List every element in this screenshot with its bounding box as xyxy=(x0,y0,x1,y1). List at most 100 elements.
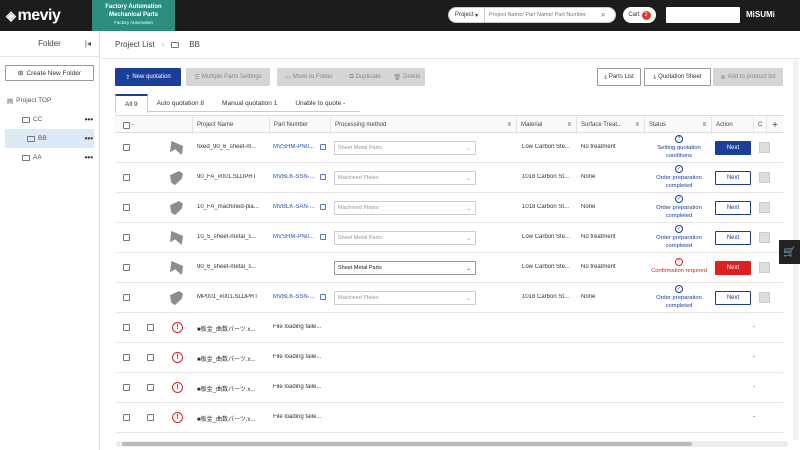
misumi-logo: MiSUMi xyxy=(746,10,775,19)
row-sub-checkbox[interactable] xyxy=(147,384,154,391)
row-checkbox[interactable] xyxy=(123,294,130,301)
part-thumbnail[interactable] xyxy=(170,261,183,275)
row-checkbox[interactable] xyxy=(123,174,130,181)
part-thumbnail[interactable] xyxy=(170,291,183,305)
next-button[interactable]: Next xyxy=(715,141,751,155)
folder-item-bb[interactable]: BB ••• xyxy=(5,129,94,148)
next-button[interactable]: Next xyxy=(715,201,751,215)
add-column-icon[interactable]: + xyxy=(766,116,783,134)
column-menu-icon[interactable]: ≡ xyxy=(507,122,511,128)
copy-part-number-icon[interactable] xyxy=(320,144,326,150)
folder-menu-icon[interactable]: ••• xyxy=(85,134,93,143)
floating-cart-icon[interactable]: 🛒 xyxy=(779,240,800,264)
processing-method-select[interactable]: Sheet Metal Parts ⌄ xyxy=(334,261,476,275)
folder-icon xyxy=(171,41,180,48)
column-menu-icon[interactable]: ≡ xyxy=(567,122,571,128)
folder-menu-icon[interactable]: ••• xyxy=(85,153,93,162)
part-thumbnail[interactable] xyxy=(170,141,183,155)
parts-list-button[interactable]: ⤓ Parts List xyxy=(597,68,641,86)
part-thumbnail[interactable] xyxy=(170,171,183,185)
search-scope-select[interactable]: Project ▾ xyxy=(449,8,485,22)
column-status[interactable]: Status ≡ xyxy=(644,116,711,134)
collapse-sidebar-icon[interactable]: |◂ xyxy=(85,39,91,48)
row-sub-checkbox[interactable] xyxy=(147,324,154,331)
logo-mark-icon: ◈ xyxy=(6,7,16,23)
row-sub-checkbox[interactable] xyxy=(147,354,154,361)
folder-icon xyxy=(22,154,30,161)
column-project-name[interactable]: Project Name xyxy=(192,116,269,134)
add-to-product-list-button[interactable]: ⊕ Add to product list xyxy=(713,68,783,86)
row-extra-box[interactable] xyxy=(759,142,770,153)
processing-method-select[interactable]: Machined Plates ⌄ xyxy=(334,201,476,215)
quotation-sheet-button[interactable]: ⤓ Quotation Sheet xyxy=(644,68,711,86)
part-thumbnail[interactable] xyxy=(170,201,183,215)
table-row-error: ! ■板金_曲数パーツ.x... File loading faile... - xyxy=(115,373,783,403)
search-input[interactable]: Project Name/ Part Name/ Part Number xyxy=(485,12,601,18)
alert-icon: ! xyxy=(675,258,683,266)
tab-all[interactable]: All 9 xyxy=(115,94,148,113)
row-extra-box[interactable] xyxy=(759,262,770,273)
row-checkbox[interactable] xyxy=(123,414,130,421)
cart-button[interactable]: Cart 2 xyxy=(623,7,656,23)
row-extra-box[interactable] xyxy=(759,232,770,243)
processing-method-select[interactable]: Machined Plates ⌄ xyxy=(334,171,476,185)
folder-item-cc[interactable]: CC ••• xyxy=(0,110,99,129)
duplicate-button[interactable]: ⧉ Duplicate xyxy=(341,68,389,86)
tab-unable-to-quote[interactable]: Unable to quote - xyxy=(286,94,354,112)
horizontal-scrollbar[interactable] xyxy=(116,441,788,447)
table-row: 10_FA_machined-pla... MVBLK-SAN-... Mach… xyxy=(115,193,783,223)
product-line-badge[interactable]: Factory Automation Mechanical Parts Fact… xyxy=(92,0,175,31)
processing-method-select[interactable]: Sheet Metal Parts ⌄ xyxy=(334,231,476,245)
delete-button[interactable]: 🗑 Delete xyxy=(389,68,425,86)
select-all-checkbox[interactable] xyxy=(123,121,130,129)
scrollbar-thumb[interactable] xyxy=(122,442,692,446)
folder-root[interactable]: ▤ Project TOP xyxy=(0,91,99,110)
row-sub-checkbox[interactable] xyxy=(147,414,154,421)
tab-auto-quotation[interactable]: Auto quotation 8 xyxy=(148,94,213,112)
next-button[interactable]: Next xyxy=(715,261,751,275)
copy-part-number-icon[interactable] xyxy=(320,234,326,240)
copy-part-number-icon[interactable] xyxy=(320,174,326,180)
tab-manual-quotation[interactable]: Manual quotation 1 xyxy=(213,94,286,112)
row-checkbox[interactable] xyxy=(123,144,130,151)
column-menu-icon[interactable]: ≡ xyxy=(702,122,706,128)
user-menu[interactable] xyxy=(666,7,740,23)
search-icon[interactable]: ⌕ xyxy=(601,10,615,20)
copy-part-number-icon[interactable] xyxy=(320,294,326,300)
move-to-folder-button[interactable]: ▭ Move to Folder xyxy=(277,68,341,86)
processing-method-select[interactable]: Sheet Metal Parts ⌄ xyxy=(334,141,476,155)
folder-item-aa[interactable]: AA ••• xyxy=(0,148,99,167)
meviy-logo[interactable]: ◈ meviy xyxy=(0,7,92,25)
new-quotation-button[interactable]: ⇪ New quotation xyxy=(115,68,181,86)
multiple-parts-settings-button[interactable]: ☰ Multiple Parts Settings xyxy=(186,68,270,86)
column-material[interactable]: Material ≡ xyxy=(516,116,576,134)
new-folder-icon: ⊞ xyxy=(17,70,24,77)
folder-icon xyxy=(27,135,35,142)
column-surface-treatment[interactable]: Surface Treat... ≡ xyxy=(576,116,644,134)
row-extra-box[interactable] xyxy=(759,202,770,213)
search-bar: Project ▾ Project Name/ Part Name/ Part … xyxy=(448,7,616,23)
row-checkbox[interactable] xyxy=(123,234,130,241)
column-menu-icon[interactable]: ≡ xyxy=(635,122,639,128)
next-button[interactable]: Next xyxy=(715,291,751,305)
row-checkbox[interactable] xyxy=(123,384,130,391)
part-thumbnail[interactable] xyxy=(170,231,183,245)
column-processing-method[interactable]: Processing method ≡ xyxy=(330,116,516,134)
row-extra-box[interactable] xyxy=(759,292,770,303)
breadcrumb-project-list[interactable]: Project List xyxy=(115,40,155,49)
row-checkbox[interactable] xyxy=(123,324,130,331)
folder-menu-icon[interactable]: ••• xyxy=(85,115,93,124)
table-header: - Project Name Part Number Processing me… xyxy=(115,115,783,134)
column-part-number[interactable]: Part Number xyxy=(269,116,330,134)
next-button[interactable]: Next xyxy=(715,231,751,245)
row-extra-box[interactable] xyxy=(759,172,770,183)
processing-method-select[interactable]: Machined Plates ⌄ xyxy=(334,291,476,305)
row-checkbox[interactable] xyxy=(123,264,130,271)
row-checkbox[interactable] xyxy=(123,354,130,361)
move-folder-icon: ▭ xyxy=(285,74,291,81)
row-checkbox[interactable] xyxy=(123,204,130,211)
copy-part-number-icon[interactable] xyxy=(320,204,326,210)
project-table: - Project Name Part Number Processing me… xyxy=(115,115,783,433)
create-new-folder-button[interactable]: ⊞ Create New Folder xyxy=(5,65,94,81)
next-button[interactable]: Next xyxy=(715,171,751,185)
